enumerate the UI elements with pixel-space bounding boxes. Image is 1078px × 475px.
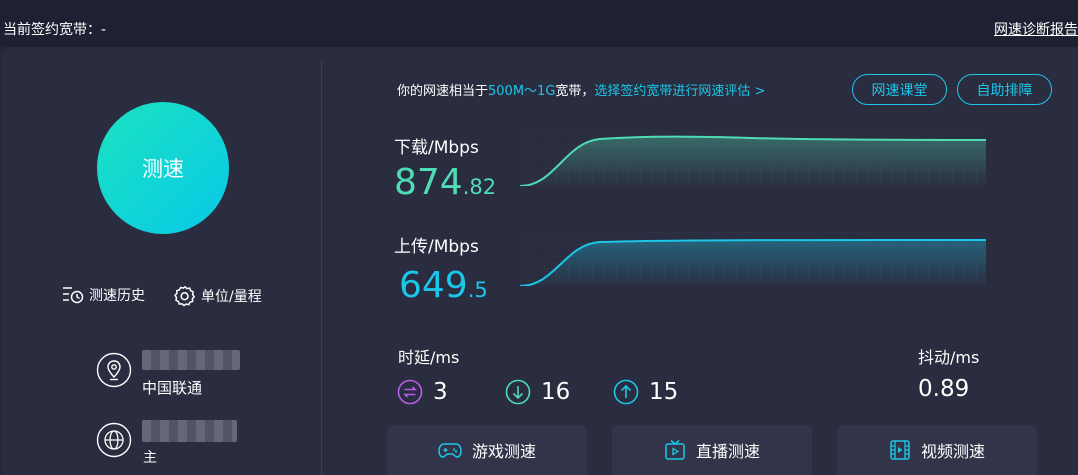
latency-download: 16 bbox=[505, 379, 570, 405]
blurred-ip-text bbox=[142, 420, 237, 442]
latency-download-value: 16 bbox=[541, 379, 571, 405]
game-speed-test-button[interactable]: 游戏测速 bbox=[387, 425, 587, 475]
contract-broadband-label: 当前签约宽带：- bbox=[3, 22, 107, 38]
upload-speed-chart bbox=[520, 232, 986, 286]
location-pin-icon bbox=[96, 352, 132, 388]
speed-diagnosis-report-link[interactable]: 网速诊断报告 bbox=[994, 19, 1078, 39]
latency-idle: 3 bbox=[397, 379, 448, 405]
upload-int: 649 bbox=[399, 265, 468, 306]
download-speed-value: 874.82 bbox=[394, 162, 496, 203]
start-speed-test-label: 测速 bbox=[142, 157, 184, 181]
download-arrow-icon bbox=[505, 379, 531, 405]
download-label: 下载/Mbps bbox=[394, 138, 479, 158]
gear-icon bbox=[174, 285, 196, 307]
video-speed-test-button[interactable]: 视频测速 bbox=[837, 425, 1037, 475]
speed-history-button[interactable]: 测速历史 bbox=[62, 285, 145, 305]
history-icon bbox=[63, 287, 84, 304]
globe-icon bbox=[96, 422, 132, 458]
live-speed-test-label: 直播测速 bbox=[695, 442, 760, 461]
partial-server-text: 主 bbox=[143, 450, 157, 466]
live-speed-test-button[interactable]: 直播测速 bbox=[612, 425, 812, 475]
start-speed-test-button[interactable]: 测速 bbox=[97, 102, 229, 234]
jitter-value: 0.89 bbox=[918, 376, 970, 402]
download-speed-chart bbox=[520, 132, 986, 186]
film-icon bbox=[890, 440, 910, 460]
latency-upload: 15 bbox=[613, 379, 678, 405]
latency-idle-value: 3 bbox=[433, 379, 448, 405]
upload-label: 上传/Mbps bbox=[394, 237, 479, 257]
isp-name: 中国联通 bbox=[142, 379, 203, 397]
latency-upload-value: 15 bbox=[649, 379, 679, 405]
tv-icon bbox=[665, 439, 685, 460]
download-dec: .82 bbox=[462, 175, 497, 199]
gamepad-icon bbox=[438, 443, 462, 458]
upload-arrow-icon bbox=[613, 379, 639, 405]
download-int: 874 bbox=[394, 162, 463, 203]
game-speed-test-label: 游戏测速 bbox=[471, 442, 536, 461]
select-contract-bandwidth-link[interactable]: 选择签约宽带进行网速评估 > bbox=[594, 84, 765, 99]
blurred-location-text bbox=[142, 350, 240, 370]
speed-class-button[interactable]: 网速课堂 bbox=[852, 74, 947, 105]
self-troubleshoot-button[interactable]: 自助排障 bbox=[957, 74, 1052, 105]
speed-history-label: 测速历史 bbox=[89, 288, 145, 304]
top-bar: 当前签约宽带：- 网速诊断报告 bbox=[0, 0, 1078, 47]
upload-speed-value: 649.5 bbox=[399, 265, 488, 306]
unit-range-label: 单位/量程 bbox=[201, 289, 262, 305]
jitter-label: 抖动/ms bbox=[918, 348, 980, 367]
hint-bandwidth-range: 500M～1G bbox=[488, 84, 556, 99]
panel-divider bbox=[321, 60, 322, 475]
swap-icon bbox=[397, 379, 423, 405]
hint-prefix: 你的网速相当于 bbox=[397, 84, 489, 99]
video-speed-test-label: 视频测速 bbox=[920, 442, 985, 461]
speed-equivalence-hint: 你的网速相当于500M～1G宽带，选择签约宽带进行网速评估 > bbox=[397, 80, 765, 99]
upload-dec: .5 bbox=[467, 278, 488, 302]
latency-label: 时延/ms bbox=[398, 348, 460, 367]
hint-mid: 宽带， bbox=[555, 84, 595, 99]
unit-range-button[interactable]: 单位/量程 bbox=[174, 285, 262, 307]
